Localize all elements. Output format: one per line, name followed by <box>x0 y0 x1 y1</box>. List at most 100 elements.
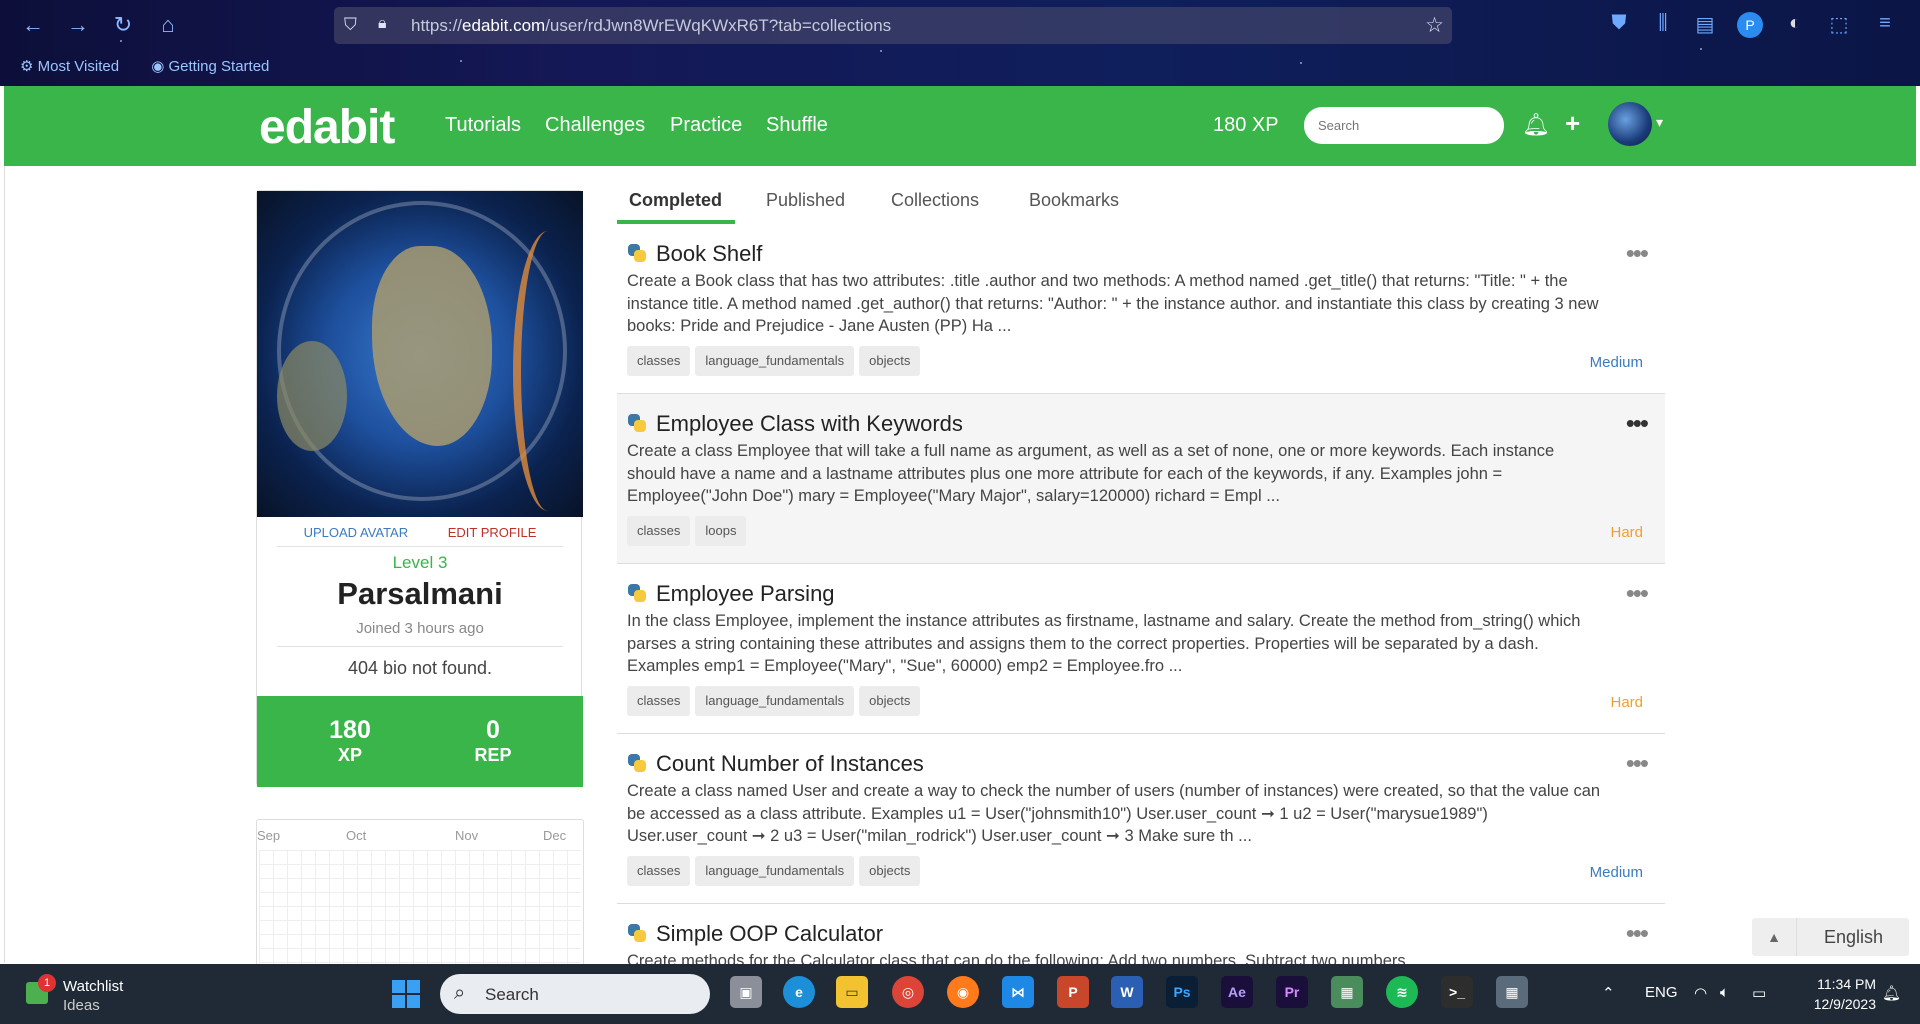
nav-practice[interactable]: Practice <box>670 114 742 137</box>
volume-icon[interactable]: 🔈︎ <box>1720 984 1729 1001</box>
reload-icon[interactable]: ↻ <box>110 12 136 38</box>
challenge-item[interactable]: Count Number of Instances ••• Create a c… <box>617 734 1665 904</box>
tag[interactable]: classes <box>627 686 691 716</box>
battery-icon[interactable]: ▭ <box>1752 984 1766 1002</box>
challenge-description: Create a class named User and create a w… <box>627 782 1601 845</box>
folder-icon[interactable]: ▦ <box>1331 976 1363 1008</box>
tag[interactable]: objects <box>859 686 921 716</box>
shield-icon[interactable]: ⛉ <box>344 15 364 35</box>
bookmark-most-visited[interactable]: ⚙ Most Visited <box>20 58 133 75</box>
xp-count: 180 XP <box>1213 114 1279 136</box>
chevron-up-icon[interactable]: ⌃ <box>1602 984 1615 1002</box>
tag[interactable]: objects <box>859 346 921 376</box>
profile-icon[interactable]: P <box>1737 12 1763 38</box>
chevron-down-icon[interactable]: ▾ <box>1656 114 1663 131</box>
background-star <box>120 40 122 42</box>
home-icon[interactable]: ⌂ <box>155 12 181 38</box>
tab-completed[interactable]: Completed <box>629 190 722 211</box>
tab-collections[interactable]: Collections <box>891 190 979 211</box>
lock-icon[interactable]: 🔒︎ <box>378 15 398 35</box>
clock[interactable]: 11:34 PM 12/9/2023 <box>1786 974 1876 1014</box>
vscode-icon[interactable]: ⋈ <box>1002 976 1034 1008</box>
edit-profile-link[interactable]: EDIT PROFILE <box>448 525 537 540</box>
challenge-title[interactable]: Simple OOP Calculator <box>656 921 883 947</box>
calendar-grid <box>259 850 581 968</box>
challenge-item[interactable]: Book Shelf ••• Create a Book class that … <box>617 224 1665 394</box>
language-label[interactable]: English <box>1824 927 1883 948</box>
bookmark-getting-started[interactable]: ◉ Getting Started <box>151 58 283 75</box>
tag[interactable]: classes <box>627 856 691 886</box>
taskbar-search[interactable]: ⌕ Search <box>440 974 710 1014</box>
challenge-title[interactable]: Count Number of Instances <box>656 751 924 777</box>
photoshop-icon[interactable]: Ps <box>1166 976 1198 1008</box>
tag[interactable]: loops <box>695 516 747 546</box>
library-icon[interactable]: ⫼ <box>1650 12 1676 38</box>
sidebar-icon[interactable]: ▤ <box>1692 12 1718 38</box>
pocket-icon[interactable]: ⛊ <box>1606 12 1632 38</box>
task-view-icon[interactable]: ▣ <box>730 976 762 1008</box>
watchlist-widget[interactable]: 1 Watchlist Ideas <box>26 974 206 1014</box>
back-icon[interactable]: ← <box>20 12 46 38</box>
url-bar[interactable]: ⛉ 🔒︎ https://edabit.com/user/rdJwn8WrEWq… <box>334 7 1452 44</box>
spotify-icon[interactable]: ≋ <box>1386 976 1418 1008</box>
search-input[interactable] <box>1304 107 1504 144</box>
extension-icon[interactable]: ◐ <box>1782 12 1808 38</box>
url-text[interactable]: https://edabit.com/user/rdJwn8WrEWqKWxR6… <box>411 16 891 36</box>
more-options-icon[interactable]: ••• <box>1626 918 1649 949</box>
chrome-icon[interactable]: ◎ <box>892 976 924 1008</box>
site-logo[interactable]: edabit <box>259 100 395 155</box>
word-icon[interactable]: W <box>1111 976 1143 1008</box>
calculator-icon[interactable]: ▦ <box>1496 976 1528 1008</box>
terminal-icon[interactable]: >_ <box>1441 976 1473 1008</box>
chevron-up-icon[interactable]: ▲ <box>1752 918 1797 956</box>
language-indicator[interactable]: ENG <box>1645 984 1678 1001</box>
joined-date: Joined 3 hours ago <box>356 620 484 637</box>
difficulty-label: Medium <box>1589 354 1643 371</box>
file-explorer-icon[interactable]: ▭ <box>836 976 868 1008</box>
more-options-icon[interactable]: ••• <box>1626 408 1649 439</box>
tab-published[interactable]: Published <box>766 190 845 211</box>
time: 11:34 PM <box>1817 976 1876 992</box>
language-selector[interactable]: ▲ English <box>1752 918 1909 956</box>
firefox-icon[interactable]: ◉ <box>947 976 979 1008</box>
tag[interactable]: objects <box>859 856 921 886</box>
tag[interactable]: language_fundamentals <box>695 856 855 886</box>
more-options-icon[interactable]: ••• <box>1626 238 1649 269</box>
forward-icon[interactable]: → <box>65 12 91 38</box>
tag-list: classes language_fundamentals objects <box>627 856 925 886</box>
tab-bookmarks[interactable]: Bookmarks <box>1029 190 1119 211</box>
more-options-icon[interactable]: ••• <box>1626 748 1649 779</box>
tag[interactable]: language_fundamentals <box>695 346 855 376</box>
month-label: Sep <box>257 828 281 843</box>
notification-bell-icon[interactable]: 🔔︎ <box>1882 984 1901 1002</box>
nav-tutorials[interactable]: Tutorials <box>445 114 521 137</box>
challenge-title[interactable]: Book Shelf <box>656 241 762 267</box>
upload-avatar-link[interactable]: UPLOAD AVATAR <box>304 525 409 540</box>
powerpoint-icon[interactable]: P <box>1057 976 1089 1008</box>
challenge-title[interactable]: Employee Parsing <box>656 581 835 607</box>
challenge-title[interactable]: Employee Class with Keywords <box>656 411 963 437</box>
extensions-icon[interactable]: ⬚ <box>1826 12 1852 38</box>
bell-icon[interactable]: 🔔︎ <box>1522 112 1550 138</box>
after-effects-icon[interactable]: Ae <box>1221 976 1253 1008</box>
nav-shuffle[interactable]: Shuffle <box>766 114 828 137</box>
challenge-item[interactable]: Employee Parsing ••• In the class Employ… <box>617 564 1665 734</box>
wifi-icon[interactable]: ◠ <box>1694 984 1707 1002</box>
plus-icon[interactable]: + <box>1565 108 1580 139</box>
python-icon <box>628 244 646 262</box>
avatar[interactable] <box>1608 102 1652 146</box>
more-options-icon[interactable]: ••• <box>1626 578 1649 609</box>
premiere-icon[interactable]: Pr <box>1276 976 1308 1008</box>
edge-icon[interactable]: e <box>783 976 815 1008</box>
challenge-item[interactable]: Employee Class with Keywords ••• Create … <box>617 394 1665 564</box>
tag[interactable]: language_fundamentals <box>695 686 855 716</box>
bookmark-star-icon[interactable]: ☆ <box>1425 13 1444 38</box>
tag[interactable]: classes <box>627 516 691 546</box>
menu-icon[interactable]: ≡ <box>1872 12 1898 38</box>
activity-calendar: Sep Oct Nov Dec <box>256 819 584 969</box>
challenge-item[interactable]: Simple OOP Calculator ••• Create methods… <box>617 904 1665 964</box>
notification-badge: 1 <box>38 974 56 992</box>
windows-start-icon[interactable] <box>392 980 420 1008</box>
tag[interactable]: classes <box>627 346 691 376</box>
nav-challenges[interactable]: Challenges <box>545 114 645 137</box>
